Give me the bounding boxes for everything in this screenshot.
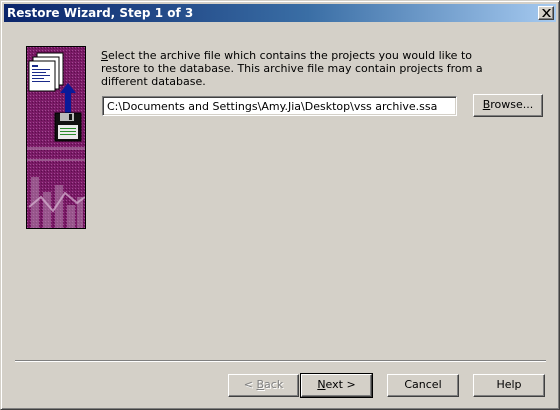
restore-wizard-dialog: Restore Wizard, Step 1 of 3 Select the a… xyxy=(0,0,560,410)
close-icon xyxy=(542,9,551,17)
instructions-text: Select the archive file which contains t… xyxy=(101,49,483,88)
cancel-button[interactable]: Cancel xyxy=(387,374,459,397)
browse-label: rowse... xyxy=(490,98,534,111)
instructions-line-1: Select the archive file which contains t… xyxy=(101,49,472,62)
mnemonic-s: S xyxy=(101,49,108,62)
title-bar[interactable]: Restore Wizard, Step 1 of 3 xyxy=(4,4,556,22)
button-separator xyxy=(15,360,546,362)
next-label: ext > xyxy=(325,378,356,391)
next-button[interactable]: Next > xyxy=(300,373,373,398)
back-label: ack xyxy=(264,378,284,391)
help-button[interactable]: Help xyxy=(473,374,545,397)
close-button[interactable] xyxy=(538,6,554,20)
back-button[interactable]: < Back xyxy=(228,374,299,397)
archive-path-input[interactable]: C:\Documents and Settings\Amy.Jia\Deskto… xyxy=(102,96,457,116)
instructions-line-2: restore to the database. This archive fi… xyxy=(101,62,483,75)
instructions-line-3: different database. xyxy=(101,75,206,88)
restore-archive-graphic xyxy=(26,46,86,229)
browse-button[interactable]: Browse... xyxy=(473,94,543,117)
window-title: Restore Wizard, Step 1 of 3 xyxy=(7,6,194,20)
back-prefix: < xyxy=(243,378,257,391)
back-mnemonic: B xyxy=(256,378,265,391)
next-mnemonic: N xyxy=(317,378,326,391)
instructions-line-1-text: elect the archive file which contains th… xyxy=(107,49,472,62)
